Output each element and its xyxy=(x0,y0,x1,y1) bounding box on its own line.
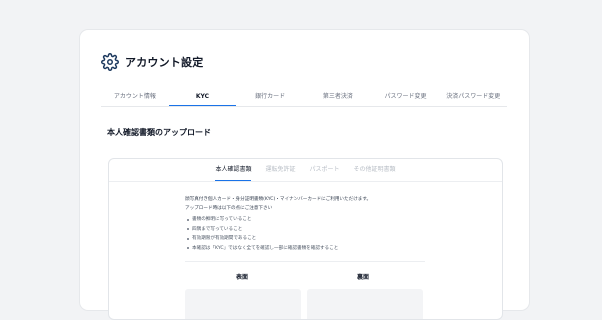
bullet-icon xyxy=(187,218,189,221)
back-upload-dropzone[interactable] xyxy=(307,289,423,319)
bullet-icon xyxy=(187,228,189,231)
list-item: 有効期限が有効期間であること xyxy=(187,234,338,244)
tab-account-info[interactable]: アカウント情報 xyxy=(101,90,169,106)
subtab-passport[interactable]: パスポート xyxy=(310,160,340,180)
page-header: アカウント設定 xyxy=(101,52,203,72)
upload-panel: 本人確認書類 運転免許証 パスポート その他証明書類 顔写真付き個人カード・身分… xyxy=(108,158,503,320)
bullet-icon xyxy=(187,247,189,250)
settings-tabs: アカウント情報 KYC 銀行カード 第三者決済 パスワード変更 決済パスワード変… xyxy=(101,90,507,107)
subtab-other-documents[interactable]: その他証明書類 xyxy=(354,160,396,180)
front-upload-dropzone[interactable] xyxy=(185,289,301,319)
list-item: 書類の鮮明に写っていること xyxy=(187,215,338,225)
back-side-label: 裏面 xyxy=(357,274,370,281)
instruction-list: 書類の鮮明に写っていること 四隅まで写っていること 有効期限が有効期間であること… xyxy=(187,215,338,253)
subtab-drivers-license[interactable]: 運転免許証 xyxy=(265,160,295,180)
page-title: アカウント設定 xyxy=(125,56,204,69)
instructions-line-2: アップロード時は以下の点にご注意下さい xyxy=(185,206,273,211)
list-item: 四隅まで写っていること xyxy=(187,225,338,235)
divider xyxy=(185,261,425,262)
tab-third-party-payment[interactable]: 第三者決済 xyxy=(304,90,372,106)
instructions-line-1: 顔写真付き個人カード・身分証明書類(KYC)・マイナンバーカードにご利用いただけ… xyxy=(185,197,372,202)
gear-icon xyxy=(101,53,119,71)
bullet-icon xyxy=(187,237,189,240)
document-type-tabs: 本人確認書類 運転免許証 パスポート その他証明書類 xyxy=(109,159,502,182)
tab-kyc[interactable]: KYC xyxy=(168,90,237,106)
tab-bank-card[interactable]: 銀行カード xyxy=(236,90,304,106)
front-side-label: 表面 xyxy=(236,274,249,281)
tab-change-payment-password[interactable]: 決済パスワード変更 xyxy=(439,90,507,106)
list-item: 本確認は「KYC」ではなく全てを確認し一部に確認書類を確認すること xyxy=(187,244,338,254)
settings-card: アカウント設定 アカウント情報 KYC 銀行カード 第三者決済 パスワード変更 … xyxy=(80,30,529,320)
tab-change-password[interactable]: パスワード変更 xyxy=(372,90,440,106)
subtab-id-document[interactable]: 本人確認書類 xyxy=(215,160,252,181)
section-title: 本人確認書類のアップロード xyxy=(107,128,211,137)
instructions: 顔写真付き個人カード・身分証明書類(KYC)・マイナンバーカードにご利用いただけ… xyxy=(185,195,445,213)
